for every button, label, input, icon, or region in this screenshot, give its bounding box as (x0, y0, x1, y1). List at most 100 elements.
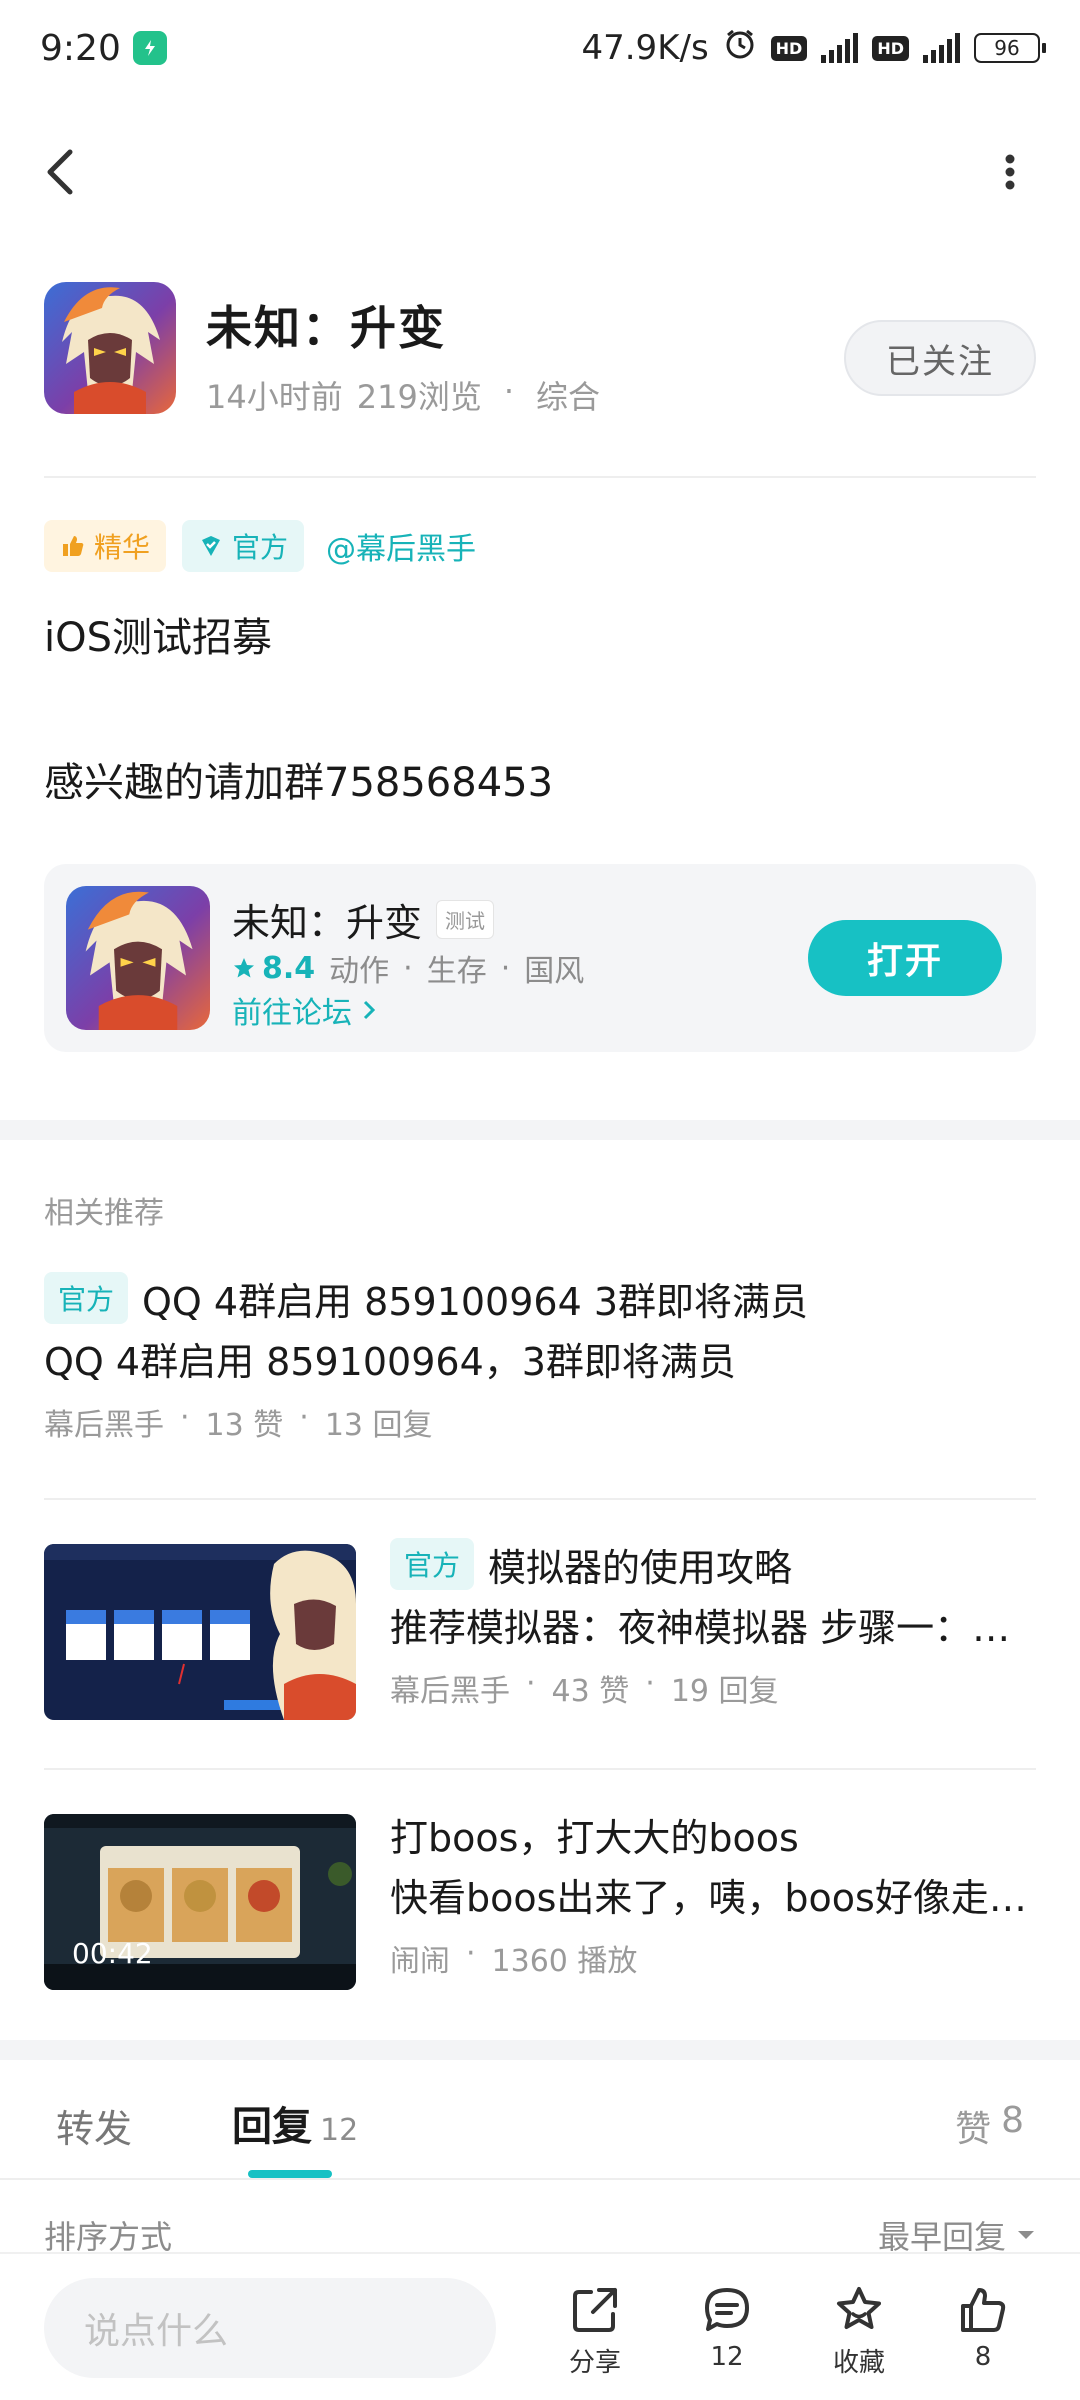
active-tab-indicator (248, 2170, 332, 2178)
meta-separator: · (466, 1936, 476, 1971)
post-time: 14小时前 (206, 378, 343, 416)
recommend-thumbnail[interactable] (44, 1544, 356, 1720)
game-rating: 8.4 (232, 951, 315, 986)
recommend-item[interactable]: 官方 QQ 4群启用 859100964 3群即将满员 QQ 4群启用 8591… (44, 1268, 1036, 1444)
status-bar: 9:20 47.9K/s HD HD 96 (0, 0, 1080, 96)
game-card-info: 8.4 动作 · 生存 · 国风 (232, 946, 584, 990)
emulator-screenshot-image (44, 1544, 356, 1720)
comment-input[interactable]: 说点什么 (44, 2278, 496, 2378)
chevron-left-icon (47, 149, 73, 195)
verified-icon (202, 536, 221, 556)
recommend-item-meta: 幕后黑手 · 13 赞 · 13 回复 (44, 1400, 1036, 1444)
bottom-action-bar: 说点什么 分享 12 收藏 8 (0, 2252, 1080, 2400)
section-divider (0, 2040, 1080, 2060)
reply-count: 19 回复 (670, 1674, 779, 1709)
post-body-line2: 感兴趣的请加群758568453 (44, 760, 554, 806)
more-vertical-icon (1005, 154, 1015, 190)
divider (44, 476, 1036, 478)
thumbs-up-outline-icon (961, 2288, 1006, 2332)
tab-reply-label: 回复 (232, 2104, 312, 2150)
genre-tag: 动作 (329, 954, 390, 989)
tab-reply[interactable]: 回复 12 (232, 2094, 358, 2152)
recommend-item-summary: QQ 4群启用 859100964，3群即将满员 (44, 1339, 736, 1384)
like-count: 43 赞 (551, 1674, 630, 1709)
hd-icon-2: HD (872, 35, 909, 61)
meta-separator: · (503, 372, 514, 410)
author-name: 幕后黑手 (44, 1408, 164, 1443)
post-meta: 14小时前 219浏览 · 综合 (206, 372, 600, 418)
genre-separator: · (403, 950, 413, 986)
back-button[interactable] (40, 142, 100, 202)
network-speed: 47.9K/s (581, 28, 709, 68)
tag-official-label: 官方 (232, 531, 289, 564)
genre-tag: 生存 (426, 954, 487, 989)
tab-reply-count: 12 (320, 2113, 359, 2148)
divider (44, 1498, 1036, 1500)
share-label: 分享 (568, 2348, 621, 2378)
status-time: 9:20 (40, 27, 121, 69)
star-outline-icon (837, 2287, 881, 2329)
recommend-item-title: 官方 模拟器的使用攻略 (390, 1534, 1040, 1594)
tab-like[interactable]: 赞 8 (955, 2100, 1024, 2152)
like-button[interactable]: 8 (928, 2284, 1038, 2372)
test-badge: 测试 (436, 900, 495, 939)
post-title: 未知：升变 (206, 301, 446, 355)
rating-value: 8.4 (262, 950, 316, 986)
favorite-button[interactable]: 收藏 (804, 2284, 914, 2379)
like-count: 13 赞 (205, 1408, 284, 1443)
genre-separator: · (500, 950, 511, 986)
post-tags: 精华 官方 @幕后黑手 (44, 520, 476, 572)
game-character-image (44, 282, 176, 414)
shield-icon (132, 31, 167, 65)
post-views: 219浏览 (356, 378, 482, 416)
forum-link[interactable]: 前往论坛 (232, 988, 378, 1032)
chevron-right-icon (363, 1000, 376, 1020)
forum-link-label: 前往论坛 (232, 996, 352, 1031)
recommend-item-meta: 闹闹 · 1360 播放 (390, 1936, 1040, 1980)
share-icon (573, 2288, 617, 2332)
tab-forward[interactable]: 转发 (56, 2098, 132, 2153)
recommend-item-title-text: 模拟器的使用攻略 (488, 1545, 793, 1590)
comment-icon (705, 2288, 749, 2331)
follow-button[interactable]: 已关注 (844, 320, 1036, 396)
favorite-label: 收藏 (832, 2348, 885, 2378)
official-tag: 官方 (390, 1538, 475, 1590)
star-icon (234, 958, 254, 978)
share-button[interactable]: 分享 (540, 2284, 650, 2379)
game-avatar[interactable] (44, 282, 176, 414)
official-tag: 官方 (44, 1272, 129, 1324)
author-name: 幕后黑手 (390, 1674, 510, 1709)
section-divider (0, 1120, 1080, 1140)
recommend-item[interactable]: 打boos，打大大的boos 快看boos出来了，咦，boos好像走… 闹闹 ·… (390, 1804, 1040, 1980)
meta-separator: · (526, 1666, 536, 1701)
meta-separator: · (645, 1666, 655, 1701)
open-game-button[interactable]: 打开 (808, 920, 1002, 996)
game-card-icon (66, 886, 210, 1030)
tag-jinghua-label: 精华 (94, 531, 151, 564)
recommend-item-summary: 推荐模拟器：夜神模拟器 步骤一：… (390, 1594, 1040, 1654)
recommend-item-title: 打boos，打大大的boos (390, 1815, 799, 1860)
alarm-icon (723, 27, 757, 70)
post-category[interactable]: 综合 (536, 372, 600, 418)
comment-tabs: 转发 回复 12 赞 8 (0, 2060, 1080, 2180)
recommend-item-meta: 幕后黑手 · 43 赞 · 19 回复 (390, 1666, 1040, 1710)
recommend-item[interactable]: 官方 模拟器的使用攻略 推荐模拟器：夜神模拟器 步骤一：… 幕后黑手 · 43 … (390, 1534, 1040, 1710)
game-card[interactable]: 未知：升变 测试 8.4 动作 · 生存 · 国风 前往论坛 打开 (44, 864, 1036, 1052)
tag-jinghua: 精华 (44, 520, 167, 572)
video-duration: 00:42 (72, 1937, 153, 1970)
status-indicators: 47.9K/s HD HD 96 (581, 27, 1046, 70)
summary-text: 快看boos出来了，咦，boos好像走… (390, 1875, 1027, 1920)
mention-link[interactable]: @幕后黑手 (326, 524, 476, 568)
video-thumbnail[interactable]: 00:42 (44, 1814, 356, 1990)
battery-icon: 96 (974, 33, 1046, 63)
more-button[interactable] (980, 142, 1040, 202)
signal-icon (821, 33, 859, 63)
genre-tag: 国风 (524, 954, 585, 989)
divider (44, 1768, 1036, 1770)
game-character-image (66, 886, 210, 1030)
thumbs-up-icon (63, 536, 84, 556)
recommend-item-title: 官方 QQ 4群启用 859100964 3群即将满员 (44, 1268, 1036, 1328)
game-name: 未知：升变 (232, 901, 423, 945)
recommend-item-title-text: QQ 4群启用 859100964 3群即将满员 (142, 1279, 809, 1324)
comment-button[interactable]: 12 (672, 2284, 782, 2372)
